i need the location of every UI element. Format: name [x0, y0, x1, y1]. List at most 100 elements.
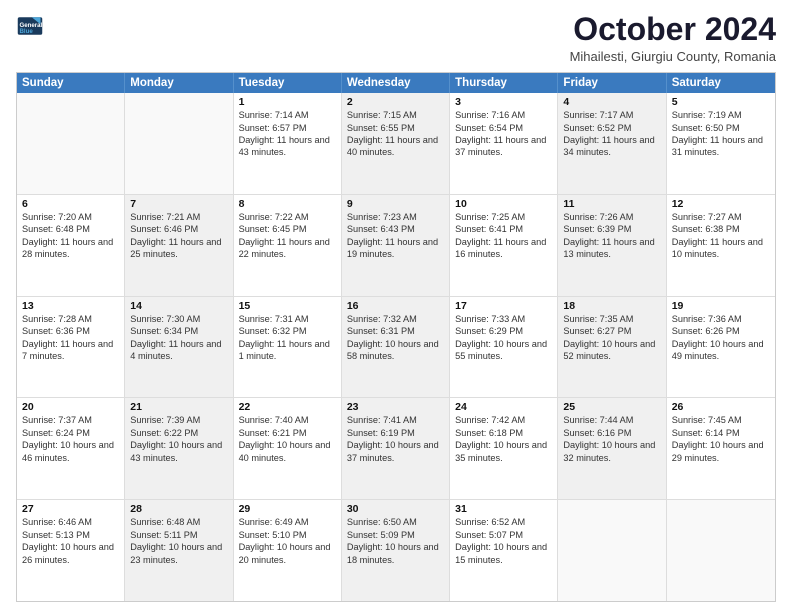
- sunrise-text: Sunrise: 7:26 AM: [563, 211, 660, 223]
- svg-text:Blue: Blue: [20, 28, 34, 35]
- sunrise-text: Sunrise: 7:20 AM: [22, 211, 119, 223]
- sunset-text: Sunset: 6:24 PM: [22, 427, 119, 439]
- day-number: 20: [22, 401, 119, 413]
- day-number: 22: [239, 401, 336, 413]
- day-number: 2: [347, 96, 444, 108]
- calendar-cell: 30Sunrise: 6:50 AMSunset: 5:09 PMDayligh…: [342, 500, 450, 601]
- sunrise-text: Sunrise: 7:37 AM: [22, 414, 119, 426]
- header-saturday: Saturday: [667, 73, 775, 93]
- subtitle: Mihailesti, Giurgiu County, Romania: [570, 49, 776, 64]
- header-monday: Monday: [125, 73, 233, 93]
- sunset-text: Sunset: 6:22 PM: [130, 427, 227, 439]
- calendar-cell: 1Sunrise: 7:14 AMSunset: 6:57 PMDaylight…: [234, 93, 342, 194]
- day-number: 7: [130, 198, 227, 210]
- header-tuesday: Tuesday: [234, 73, 342, 93]
- calendar: Sunday Monday Tuesday Wednesday Thursday…: [16, 72, 776, 602]
- sunrise-text: Sunrise: 7:31 AM: [239, 313, 336, 325]
- day-number: 23: [347, 401, 444, 413]
- daylight-text: Daylight: 10 hours and 20 minutes.: [239, 541, 336, 566]
- calendar-week-1: 1Sunrise: 7:14 AMSunset: 6:57 PMDaylight…: [17, 93, 775, 195]
- calendar-cell: 8Sunrise: 7:22 AMSunset: 6:45 PMDaylight…: [234, 195, 342, 296]
- day-number: 17: [455, 300, 552, 312]
- sunrise-text: Sunrise: 7:33 AM: [455, 313, 552, 325]
- sunset-text: Sunset: 6:50 PM: [672, 122, 770, 134]
- sunset-text: Sunset: 6:26 PM: [672, 325, 770, 337]
- daylight-text: Daylight: 11 hours and 31 minutes.: [672, 134, 770, 159]
- daylight-text: Daylight: 11 hours and 13 minutes.: [563, 236, 660, 261]
- day-number: 16: [347, 300, 444, 312]
- calendar-cell: 4Sunrise: 7:17 AMSunset: 6:52 PMDaylight…: [558, 93, 666, 194]
- sunrise-text: Sunrise: 6:50 AM: [347, 516, 444, 528]
- day-number: 15: [239, 300, 336, 312]
- day-number: 29: [239, 503, 336, 515]
- daylight-text: Daylight: 10 hours and 46 minutes.: [22, 439, 119, 464]
- sunrise-text: Sunrise: 7:42 AM: [455, 414, 552, 426]
- sunset-text: Sunset: 6:39 PM: [563, 223, 660, 235]
- calendar-cell: 16Sunrise: 7:32 AMSunset: 6:31 PMDayligh…: [342, 297, 450, 398]
- daylight-text: Daylight: 10 hours and 29 minutes.: [672, 439, 770, 464]
- sunset-text: Sunset: 5:10 PM: [239, 529, 336, 541]
- sunset-text: Sunset: 6:16 PM: [563, 427, 660, 439]
- title-block: October 2024 Mihailesti, Giurgiu County,…: [570, 12, 776, 64]
- page: General Blue October 2024 Mihailesti, Gi…: [0, 0, 792, 612]
- day-number: 6: [22, 198, 119, 210]
- daylight-text: Daylight: 11 hours and 43 minutes.: [239, 134, 336, 159]
- sunset-text: Sunset: 6:36 PM: [22, 325, 119, 337]
- sunrise-text: Sunrise: 7:40 AM: [239, 414, 336, 426]
- sunrise-text: Sunrise: 7:45 AM: [672, 414, 770, 426]
- calendar-cell: 3Sunrise: 7:16 AMSunset: 6:54 PMDaylight…: [450, 93, 558, 194]
- sunset-text: Sunset: 6:48 PM: [22, 223, 119, 235]
- day-number: 18: [563, 300, 660, 312]
- sunset-text: Sunset: 5:09 PM: [347, 529, 444, 541]
- daylight-text: Daylight: 10 hours and 37 minutes.: [347, 439, 444, 464]
- calendar-week-2: 6Sunrise: 7:20 AMSunset: 6:48 PM Daylight…: [17, 195, 775, 297]
- sunrise-text: Sunrise: 7:16 AM: [455, 109, 552, 121]
- sunrise-text: Sunrise: 7:30 AM: [130, 313, 227, 325]
- day-number: 4: [563, 96, 660, 108]
- daylight-text: Daylight: 10 hours and 23 minutes.: [130, 541, 227, 566]
- logo: General Blue: [16, 12, 44, 40]
- calendar-week-4: 20Sunrise: 7:37 AMSunset: 6:24 PMDayligh…: [17, 398, 775, 500]
- sunset-text: Sunset: 6:31 PM: [347, 325, 444, 337]
- sunrise-text: Sunrise: 7:44 AM: [563, 414, 660, 426]
- day-number: 10: [455, 198, 552, 210]
- sunrise-text: Sunrise: 7:35 AM: [563, 313, 660, 325]
- calendar-cell: 31Sunrise: 6:52 AMSunset: 5:07 PMDayligh…: [450, 500, 558, 601]
- daylight-text: Daylight: 11 hours and 7 minutes.: [22, 338, 119, 363]
- calendar-cell: 26Sunrise: 7:45 AMSunset: 6:14 PMDayligh…: [667, 398, 775, 499]
- sunrise-text: Sunrise: 7:28 AM: [22, 313, 119, 325]
- sunset-text: Sunset: 6:29 PM: [455, 325, 552, 337]
- calendar-cell: 20Sunrise: 7:37 AMSunset: 6:24 PMDayligh…: [17, 398, 125, 499]
- header-sunday: Sunday: [17, 73, 125, 93]
- calendar-cell: 14Sunrise: 7:30 AMSunset: 6:34 PMDayligh…: [125, 297, 233, 398]
- daylight-text: Daylight: 11 hours and 37 minutes.: [455, 134, 552, 159]
- daylight-text: Daylight: 10 hours and 32 minutes.: [563, 439, 660, 464]
- sunset-text: Sunset: 6:41 PM: [455, 223, 552, 235]
- sunset-text: Sunset: 6:45 PM: [239, 223, 336, 235]
- daylight-text: Daylight: 11 hours and 22 minutes.: [239, 236, 336, 261]
- sunrise-text: Sunrise: 7:41 AM: [347, 414, 444, 426]
- day-number: 9: [347, 198, 444, 210]
- main-title: October 2024: [570, 12, 776, 47]
- daylight-text: Daylight: 11 hours and 25 minutes.: [130, 236, 227, 261]
- calendar-cell: 13Sunrise: 7:28 AMSunset: 6:36 PMDayligh…: [17, 297, 125, 398]
- calendar-cell: 18Sunrise: 7:35 AMSunset: 6:27 PMDayligh…: [558, 297, 666, 398]
- daylight-text: Daylight: 11 hours and 34 minutes.: [563, 134, 660, 159]
- header: General Blue October 2024 Mihailesti, Gi…: [16, 12, 776, 64]
- header-wednesday: Wednesday: [342, 73, 450, 93]
- sunset-text: Sunset: 6:57 PM: [239, 122, 336, 134]
- calendar-body: 1Sunrise: 7:14 AMSunset: 6:57 PMDaylight…: [17, 93, 775, 601]
- day-number: 8: [239, 198, 336, 210]
- daylight-text: Daylight: 11 hours and 10 minutes.: [672, 236, 770, 261]
- daylight-text: Daylight: 11 hours and 4 minutes.: [130, 338, 227, 363]
- day-number: 26: [672, 401, 770, 413]
- calendar-cell: 19Sunrise: 7:36 AMSunset: 6:26 PMDayligh…: [667, 297, 775, 398]
- sunset-text: Sunset: 5:13 PM: [22, 529, 119, 541]
- calendar-cell: 11Sunrise: 7:26 AMSunset: 6:39 PMDayligh…: [558, 195, 666, 296]
- sunset-text: Sunset: 6:27 PM: [563, 325, 660, 337]
- daylight-text: Daylight: 10 hours and 35 minutes.: [455, 439, 552, 464]
- day-number: 1: [239, 96, 336, 108]
- day-number: 19: [672, 300, 770, 312]
- calendar-cell: 28Sunrise: 6:48 AMSunset: 5:11 PMDayligh…: [125, 500, 233, 601]
- sunset-text: Sunset: 6:55 PM: [347, 122, 444, 134]
